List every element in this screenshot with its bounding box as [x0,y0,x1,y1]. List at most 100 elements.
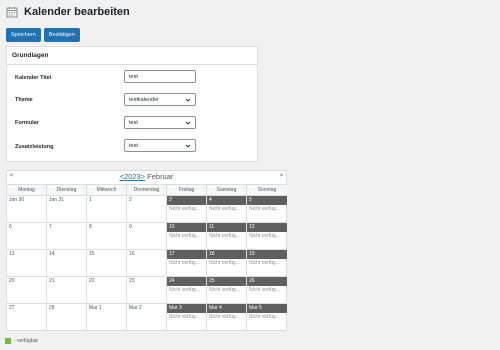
day-status: Nicht verfüg... [249,287,280,293]
day-number: 8 [89,224,92,230]
day-number: 24 [167,277,206,286]
day-cell[interactable]: 3 Nicht verfüg... [167,195,207,222]
year-label: 2023 [123,172,141,181]
form-select[interactable]: test [124,116,196,129]
day-cell[interactable]: 28 [47,303,87,330]
day-cell[interactable]: 1 [87,195,127,222]
day-cell[interactable]: 23 [127,276,167,303]
day-number: 26 [247,277,287,286]
day-status: Nicht verfüg... [249,233,280,239]
day-number: 23 [129,278,135,284]
day-status: Nicht verfüg... [169,314,200,320]
day-cell[interactable]: 25 Nicht verfüg... [207,276,247,303]
day-cell[interactable]: Jan 31 [47,195,87,222]
confirm-button[interactable]: Bestätigen [43,28,80,42]
calendar-title-input[interactable]: test [124,70,196,83]
chevron-down-icon [185,98,191,102]
day-number: 19 [247,250,287,259]
day-cell[interactable]: 8 [87,222,127,249]
day-cell[interactable]: Mar 1 [87,303,127,330]
day-status: Nicht verfüg... [209,314,240,320]
day-cell[interactable]: 7 [47,222,87,249]
day-status: Nicht verfüg... [249,260,280,266]
day-cell[interactable]: 4 Nicht verfüg... [207,195,247,222]
day-cell[interactable]: 17 Nicht verfüg... [167,249,207,276]
legend: - verfügbar [5,338,38,344]
day-cell[interactable]: 5 Nicht verfüg... [247,195,287,222]
day-cell[interactable]: 19 Nicht verfüg... [247,249,287,276]
day-status: Nicht verfüg... [209,260,240,266]
day-status: Nicht verfüg... [209,287,240,293]
day-number: 9 [129,224,132,230]
day-number: 25 [207,277,246,286]
chevron-down-icon [185,121,191,125]
next-month-button[interactable]: > [279,173,283,179]
calendar-week: Jan 30 Jan 31 1 2 3 Nicht verfüg... 4 Nicht ver… [7,195,287,222]
day-number: 13 [9,251,15,257]
day-cell[interactable]: Jan 30 [7,195,47,222]
day-status: Nicht verfüg... [169,233,200,239]
day-number: 21 [49,278,55,284]
calendar-nav: < <2023> Februar > [7,171,286,184]
day-status: Nicht verfüg... [249,206,280,212]
day-number: Mar 3 [167,304,206,313]
day-cell[interactable]: 27 [7,303,47,330]
calendar-icon [6,6,18,18]
day-cell[interactable]: Mar 3 Nicht verfüg... [167,303,207,330]
legend-label: - verfügbar [14,338,39,344]
weekday-mittwoch: Mittwoch [87,185,127,195]
day-number: Jan 30 [9,197,25,203]
day-number: 1 [89,197,92,203]
day-number: 22 [89,278,95,284]
day-number: Mar 1 [89,305,102,311]
action-buttons: Speichern Bestätigen [6,28,80,42]
day-status: Nicht verfüg... [169,287,200,293]
extra-service-value: test [129,143,138,149]
day-cell[interactable]: 2 [127,195,167,222]
day-number: 2 [129,197,132,203]
day-cell[interactable]: 20 [7,276,47,303]
day-number: Mar 2 [129,305,142,311]
calendar-title-value: test [129,74,138,80]
day-number: 12 [247,223,287,232]
theme-value: testkalender [129,97,159,103]
day-cell[interactable]: 11 Nicht verfüg... [207,222,247,249]
day-cell[interactable]: Mar 5 Nicht verfüg... [247,303,287,330]
day-cell[interactable]: 12 Nicht verfüg... [247,222,287,249]
calendar-heading: <2023> Februar [7,172,286,181]
day-cell[interactable]: 13 [7,249,47,276]
calendar-week: 13 14 15 16 17 Nicht verfüg... 18 Nicht verfüg.… [7,249,287,276]
next-year-button[interactable]: > [141,172,145,181]
day-cell[interactable]: 6 [7,222,47,249]
day-cell[interactable]: Mar 2 [127,303,167,330]
day-number: 20 [9,278,15,284]
day-cell[interactable]: 21 [47,276,87,303]
theme-select[interactable]: testkalender [124,93,196,106]
day-cell[interactable]: Mar 4 Nicht verfüg... [207,303,247,330]
extra-service-select[interactable]: test [124,139,196,152]
day-number: Mar 4 [207,304,246,313]
day-number: 14 [49,251,55,257]
save-button[interactable]: Speichern [6,28,41,42]
day-cell[interactable]: 15 [87,249,127,276]
weekday-dienstag: Dienstag [47,185,87,195]
day-cell[interactable]: 9 [127,222,167,249]
calendar-week: 20 21 22 23 24 Nicht verfüg... 25 Nicht verfüg.… [7,276,287,303]
day-cell[interactable]: 18 Nicht verfüg... [207,249,247,276]
day-number: 16 [129,251,135,257]
day-number: 18 [207,250,246,259]
day-cell[interactable]: 26 Nicht verfüg... [247,276,287,303]
day-number: 4 [207,196,246,205]
day-cell[interactable]: 22 [87,276,127,303]
day-status: Nicht verfüg... [169,260,200,266]
day-cell[interactable]: 14 [47,249,87,276]
page-title: Kalender bearbeiten [24,6,130,18]
day-status: Nicht verfüg... [209,206,240,212]
weekday-samstag: Samstag [207,185,247,195]
day-cell[interactable]: 24 Nicht verfüg... [167,276,207,303]
page-header: Kalender bearbeiten [6,6,130,18]
day-status: Nicht verfüg... [249,314,280,320]
theme-label: Theme [15,97,33,103]
day-cell[interactable]: 16 [127,249,167,276]
day-cell[interactable]: 10 Nicht verfüg... [167,222,207,249]
